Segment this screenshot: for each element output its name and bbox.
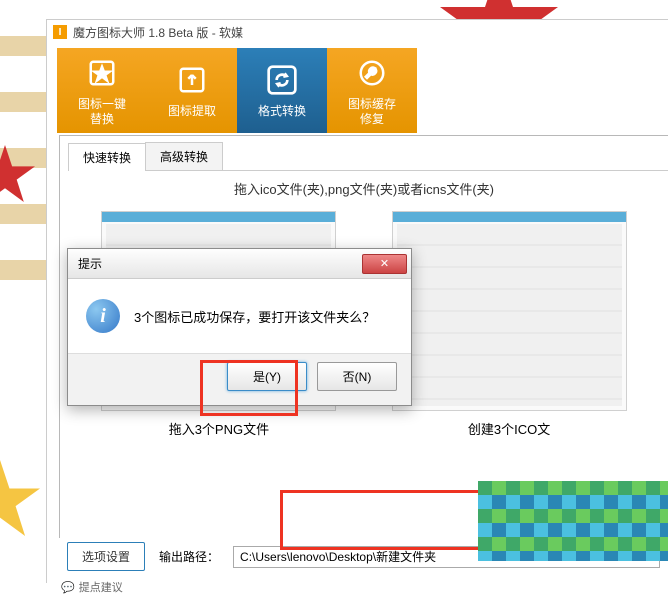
wrench-icon — [354, 55, 390, 91]
decorative-star-yellow — [0, 460, 40, 536]
options-button[interactable]: 选项设置 — [67, 542, 145, 571]
instruction-text: 拖入ico文件(夹),png文件(夹)或者icns文件(夹) — [60, 179, 668, 198]
confirmation-dialog: 提示 ✕ i 3个图标已成功保存，要打开该文件夹么？ 是(Y) 否(N) — [67, 248, 412, 406]
tool-cache-repair[interactable]: 图标缓存 修复 — [327, 48, 417, 133]
target-panel: 创建3个ICO文 — [392, 211, 627, 438]
status-text: 提点建议 — [79, 579, 123, 595]
source-caption: 拖入3个PNG文件 — [101, 419, 336, 438]
toolbar: 图标一键 替换 图标提取 格式转换 图标缓存 修复 — [47, 44, 668, 133]
target-caption: 创建3个ICO文 — [392, 419, 627, 438]
tab-quick-convert[interactable]: 快速转换 — [68, 143, 146, 171]
tool-extract-icons[interactable]: 图标提取 — [147, 48, 237, 133]
refresh-icon — [264, 62, 300, 98]
app-icon: I — [53, 25, 67, 39]
tool-label: 图标缓存 修复 — [348, 97, 396, 126]
title-bar: I 魔方图标大师 1.8 Beta 版 - 软媒 — [47, 20, 668, 44]
tool-format-convert[interactable]: 格式转换 — [237, 48, 327, 133]
status-bar: 💬 提点建议 — [61, 579, 123, 595]
tab-advanced-convert[interactable]: 高级转换 — [145, 142, 223, 170]
output-path-label: 输出路径： — [159, 548, 219, 565]
star-icon — [84, 55, 120, 91]
tool-label: 图标一键 替换 — [78, 97, 126, 126]
tabs: 快速转换 高级转换 — [68, 142, 668, 171]
upload-icon — [174, 62, 210, 98]
no-button[interactable]: 否(N) — [317, 362, 397, 391]
pixelation-overlay — [478, 481, 668, 561]
tool-label: 图标提取 — [168, 104, 216, 118]
target-thumbnail — [392, 211, 627, 411]
close-button[interactable]: ✕ — [362, 254, 407, 274]
dialog-title-bar: 提示 ✕ — [68, 249, 411, 279]
dialog-title: 提示 — [78, 255, 102, 272]
comment-icon: 💬 — [61, 581, 75, 594]
info-icon: i — [86, 299, 120, 333]
dialog-message: 3个图标已成功保存，要打开该文件夹么？ — [134, 307, 375, 326]
yes-button[interactable]: 是(Y) — [227, 362, 307, 391]
window-title: 魔方图标大师 1.8 Beta 版 - 软媒 — [73, 24, 243, 41]
decorative-star-red — [0, 145, 35, 202]
tool-replace-icons[interactable]: 图标一键 替换 — [57, 48, 147, 133]
tool-label: 格式转换 — [258, 104, 306, 118]
